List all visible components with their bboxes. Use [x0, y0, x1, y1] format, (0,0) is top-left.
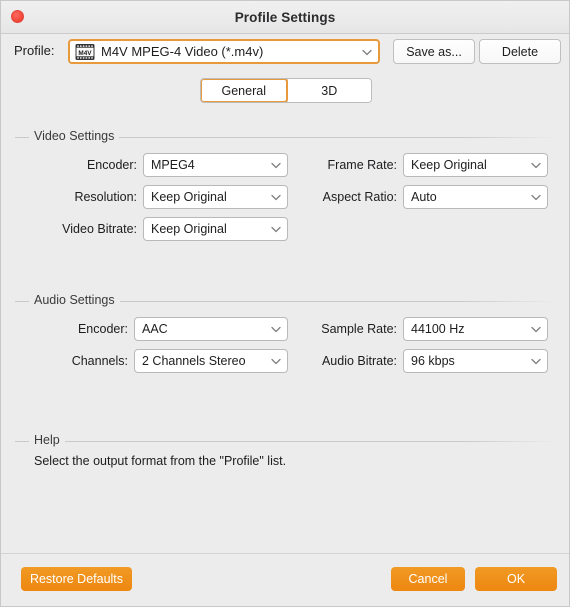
delete-button[interactable]: Delete [479, 39, 561, 64]
close-icon[interactable] [11, 10, 24, 23]
profile-label: Profile: [14, 43, 55, 58]
video-resolution-label: Resolution: [74, 190, 137, 204]
audio-settings-caption: Audio Settings [29, 293, 120, 307]
chevron-down-icon [531, 326, 541, 333]
video-settings-group: Video Settings Encoder: MPEG4 Resolution… [15, 129, 557, 249]
audio-settings-group: Audio Settings Encoder: AAC Channels: 2 … [15, 293, 557, 381]
sample-rate-label: Sample Rate: [321, 322, 397, 336]
tab-bar: General 3D [200, 78, 372, 103]
window-title-bar: Profile Settings [1, 1, 569, 34]
page-title: Profile Settings [234, 9, 336, 25]
profile-row: Profile: M4V M4V MPEG-4 Video (*.m4v) Sa… [1, 34, 569, 70]
aspect-ratio-label: Aspect Ratio: [322, 190, 397, 204]
video-bitrate-value: Keep Original [151, 222, 227, 236]
sample-rate-value: 44100 Hz [411, 322, 465, 336]
frame-rate-value: Keep Original [411, 158, 487, 172]
svg-text:M4V: M4V [78, 50, 92, 57]
audio-channels-value: 2 Channels Stereo [142, 354, 246, 368]
footer-bar: Restore Defaults Cancel OK [1, 554, 569, 606]
frame-rate-select[interactable]: Keep Original [403, 153, 548, 177]
help-text: Select the output format from the "Profi… [34, 454, 287, 468]
audio-encoder-label: Encoder: [77, 322, 128, 336]
video-bitrate-label: Video Bitrate: [62, 222, 137, 236]
video-bitrate-select[interactable]: Keep Original [143, 217, 288, 241]
restore-defaults-button[interactable]: Restore Defaults [21, 567, 132, 591]
tab-general[interactable]: General [201, 79, 288, 102]
ok-button[interactable]: OK [475, 567, 557, 591]
chevron-down-icon [531, 358, 541, 365]
chevron-down-icon [362, 49, 372, 55]
save-as-button[interactable]: Save as... [393, 39, 475, 64]
profile-value: M4V MPEG-4 Video (*.m4v) [101, 44, 264, 59]
aspect-ratio-value: Auto [411, 190, 437, 204]
video-encoder-value: MPEG4 [151, 158, 195, 172]
video-encoder-label: Encoder: [86, 158, 137, 172]
chevron-down-icon [531, 194, 541, 201]
cancel-button[interactable]: Cancel [391, 567, 465, 591]
chevron-down-icon [531, 162, 541, 169]
tab-3d[interactable]: 3D [286, 79, 371, 102]
profile-select[interactable]: M4V M4V MPEG-4 Video (*.m4v) [68, 39, 380, 64]
aspect-ratio-select[interactable]: Auto [403, 185, 548, 209]
audio-bitrate-select[interactable]: 96 kbps [403, 349, 548, 373]
help-caption: Help [29, 433, 65, 447]
group-divider [15, 441, 557, 442]
sample-rate-select[interactable]: 44100 Hz [403, 317, 548, 341]
audio-bitrate-label: Audio Bitrate: [321, 354, 397, 368]
m4v-film-strip-icon: M4V [75, 43, 95, 60]
video-settings-caption: Video Settings [29, 129, 120, 143]
audio-encoder-value: AAC [142, 322, 168, 336]
video-resolution-value: Keep Original [151, 190, 227, 204]
frame-rate-label: Frame Rate: [327, 158, 397, 172]
audio-bitrate-value: 96 kbps [411, 354, 455, 368]
chevron-down-icon [271, 226, 281, 233]
audio-channels-label: Channels: [71, 354, 128, 368]
